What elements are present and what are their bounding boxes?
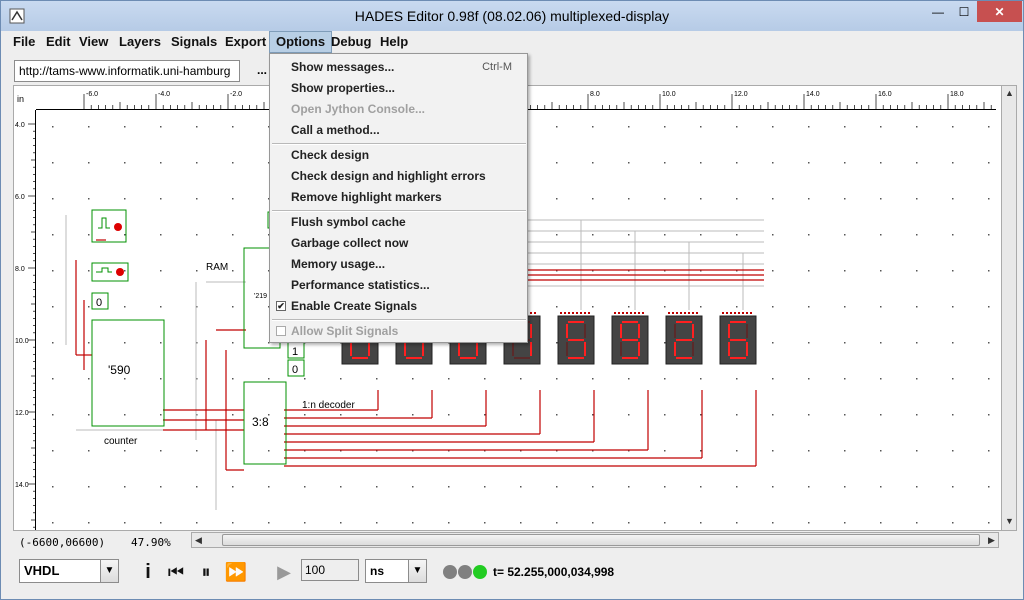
app-window: HADES Editor 0.98f (08.02.06) multiplexe… (0, 0, 1024, 600)
decoder-chip-label: 3:8 (252, 415, 269, 429)
decoder-label: 1:n decoder (302, 400, 355, 411)
step-icon[interactable]: ▶ (273, 561, 295, 583)
ruler-x-tick-label: -4.0 (158, 91, 170, 98)
ipin-b: 1 (292, 346, 298, 358)
menu-item-flush-symbol-cache[interactable]: Flush symbol cache (271, 212, 526, 233)
time-unit-value: ns (370, 564, 385, 578)
ipin-c: 0 (96, 297, 102, 309)
maximize-button[interactable]: ☐ (951, 1, 977, 22)
ruler-units: in (17, 94, 25, 104)
menu-item-allow-split-signals: Allow Split Signals (271, 321, 526, 342)
ruler-x-tick-label: 14.0 (806, 91, 820, 98)
menu-export[interactable]: Export (219, 31, 272, 53)
simulation-time: t= 52.255,000,034,998 (493, 565, 615, 579)
menu-item-label: Allow Split Signals (291, 324, 399, 338)
time-unit-select[interactable]: ns ▼ (365, 559, 427, 583)
url-field[interactable]: http://tams-www.informatik.uni-hamburg (14, 60, 240, 82)
ipin-d: 0 (292, 364, 298, 376)
menu-bar: File Edit View Layers Signals Export Opt… (1, 31, 1023, 53)
checked-icon: ✔ (276, 301, 286, 311)
ruler-y-tick-label: 6.0 (15, 194, 25, 201)
menu-item-performance-statistics[interactable]: Performance statistics... (271, 275, 526, 296)
zoom-level: 47.90% (131, 536, 171, 549)
scroll-down-icon[interactable]: ▼ (1005, 516, 1014, 526)
info-icon[interactable]: i (137, 561, 159, 583)
ruler-x-tick-label: -2.0 (230, 91, 242, 98)
options-dropdown-menu: Show messages... Ctrl-M Show properties..… (269, 53, 528, 343)
menu-help[interactable]: Help (374, 31, 414, 53)
menu-options[interactable]: Options (269, 31, 333, 53)
status-led-2 (458, 565, 472, 579)
menu-item-memory-usage[interactable]: Memory usage... (271, 254, 526, 275)
rewind-icon[interactable]: ⏮ (165, 561, 187, 583)
close-button[interactable]: ✕ (977, 1, 1022, 22)
vertical-scrollbar[interactable]: ▲ ▼ (1001, 85, 1017, 531)
menu-item-remove-highlight[interactable]: Remove highlight markers (271, 187, 526, 208)
counter-label: counter (104, 436, 138, 447)
menu-signals[interactable]: Signals (165, 31, 223, 53)
menu-item-label: Enable Create Signals (291, 299, 418, 313)
fast-forward-icon[interactable]: ⏩ (225, 561, 247, 583)
horizontal-scroll-thumb[interactable] (222, 534, 980, 546)
ruler-x-tick-label: -6.0 (86, 91, 98, 98)
ruler-x-tick-label: 12.0 (734, 91, 748, 98)
menu-item-check-design-highlight[interactable]: Check design and highlight errors (271, 166, 526, 187)
menu-item-call-method[interactable]: Call a method... (271, 120, 526, 141)
minimize-button[interactable]: — (925, 1, 951, 22)
ruler-x-tick-label: 18.0 (950, 91, 964, 98)
time-step-input[interactable]: 100 (301, 559, 359, 581)
chevron-down-icon[interactable]: ▼ (408, 560, 426, 582)
ram-label: RAM (206, 262, 228, 273)
title-bar: HADES Editor 0.98f (08.02.06) multiplexe… (1, 1, 1023, 31)
ruler-x-tick-label: 8.0 (590, 91, 600, 98)
menu-item-label: Show messages... (291, 60, 395, 74)
more-button[interactable]: ... (257, 63, 267, 77)
scroll-up-icon[interactable]: ▲ (1005, 88, 1014, 98)
chevron-down-icon[interactable]: ▼ (100, 560, 118, 582)
language-select[interactable]: VHDL ▼ (19, 559, 119, 583)
ruler-x-tick-label: 16.0 (878, 91, 892, 98)
counter-chip-label: '590 (108, 363, 131, 377)
menu-item-check-design[interactable]: Check design (271, 145, 526, 166)
status-led-3 (473, 565, 487, 579)
menu-edit[interactable]: Edit (40, 31, 77, 53)
ruler-y-tick-label: 12.0 (15, 410, 29, 417)
menu-layers[interactable]: Layers (113, 31, 167, 53)
language-select-value: VHDL (24, 563, 60, 578)
menu-item-show-properties[interactable]: Show properties... (271, 78, 526, 99)
ruler-y-tick-label: 4.0 (15, 122, 25, 129)
pause-icon[interactable]: ⏸ (195, 561, 217, 583)
status-led-1 (443, 565, 457, 579)
cursor-coordinates: (-6600,06600) (19, 536, 106, 549)
window-title: HADES Editor 0.98f (08.02.06) multiplexe… (354, 8, 670, 24)
ruler-y-tick-label: 8.0 (15, 266, 25, 273)
menu-file[interactable]: File (7, 31, 41, 53)
ruler-y-tick-label: 14.0 (15, 482, 29, 489)
shortcut-label: Ctrl-M (482, 61, 512, 73)
scroll-right-icon[interactable]: ▶ (988, 535, 995, 546)
menu-item-garbage-collect[interactable]: Garbage collect now (271, 233, 526, 254)
ruler-x-tick-label: 10.0 (662, 91, 676, 98)
vertical-ruler: 4.0 6.0 8.0 10.0 12.0 14.0 (14, 110, 36, 530)
ruler-y-tick-label: 10.0 (15, 338, 29, 345)
menu-view[interactable]: View (73, 31, 114, 53)
horizontal-scrollbar[interactable]: ◀ ▶ (191, 532, 999, 548)
scroll-left-icon[interactable]: ◀ (195, 535, 202, 546)
menu-item-show-messages[interactable]: Show messages... Ctrl-M (271, 57, 526, 78)
unchecked-icon (276, 326, 286, 336)
simulation-controls: VHDL ▼ i ⏮ ⏸ ⏩ ▶ 100 ns ▼ t= 52.255,000,… (1, 553, 1023, 599)
menu-item-open-jython-console: Open Jython Console... (291, 102, 426, 116)
menu-item-enable-create-signals[interactable]: ✔ Enable Create Signals (271, 296, 526, 317)
ram-chip-label: '219 (254, 293, 267, 300)
menu-debug[interactable]: Debug (325, 31, 377, 53)
